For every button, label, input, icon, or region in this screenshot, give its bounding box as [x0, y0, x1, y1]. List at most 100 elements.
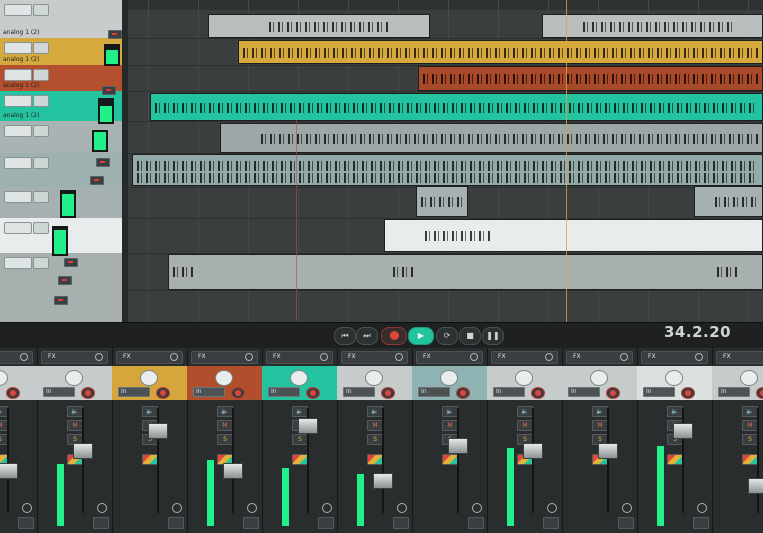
media-item[interactable]	[168, 254, 763, 290]
phase-icon[interactable]	[547, 503, 557, 513]
mute-button[interactable]: M	[442, 420, 458, 431]
fx-slot[interactable]: FX	[416, 351, 483, 364]
power-icon[interactable]	[320, 353, 328, 361]
input-selector[interactable]: In	[568, 387, 600, 397]
timeline-ruler[interactable]	[128, 0, 763, 10]
phase-icon[interactable]	[697, 503, 707, 513]
input-selector[interactable]: In	[643, 387, 675, 397]
speaker-icon[interactable]: 🔈	[292, 406, 308, 417]
volume-fader[interactable]	[523, 443, 543, 459]
pan-knob[interactable]	[740, 370, 758, 386]
phase-icon[interactable]	[397, 503, 407, 513]
fx-slot[interactable]: FX	[116, 351, 183, 364]
volume-fader[interactable]	[148, 423, 168, 439]
fx-slot[interactable]: FX	[191, 351, 258, 364]
record-arm-button[interactable]	[531, 387, 545, 399]
envelope-icon[interactable]	[243, 517, 259, 529]
play-button[interactable]: ▶	[408, 327, 434, 345]
fx-slot[interactable]: FX	[0, 351, 33, 364]
speaker-icon[interactable]: 🔈	[592, 406, 608, 417]
automation-icon[interactable]	[292, 454, 308, 465]
volume-fader[interactable]	[0, 463, 18, 479]
speaker-icon[interactable]: 🔈	[67, 406, 83, 417]
pause-button[interactable]: ❚❚	[482, 327, 504, 345]
pan-knob[interactable]	[665, 370, 683, 386]
volume-fader[interactable]	[373, 473, 393, 489]
arrange-view[interactable]	[128, 0, 763, 322]
pan-knob[interactable]	[140, 370, 158, 386]
fx-slot[interactable]: FX	[566, 351, 633, 364]
phase-icon[interactable]	[172, 503, 182, 513]
record-arm-button[interactable]	[456, 387, 470, 399]
mute-button[interactable]: M	[742, 420, 758, 431]
speaker-icon[interactable]: 🔈	[742, 406, 758, 417]
record-arm-button[interactable]	[231, 387, 245, 399]
envelope-icon[interactable]	[18, 517, 34, 529]
power-icon[interactable]	[20, 353, 28, 361]
phase-icon[interactable]	[322, 503, 332, 513]
record-arm-button[interactable]	[64, 258, 78, 267]
repeat-button[interactable]: ⟳	[436, 327, 458, 345]
record-arm-button[interactable]	[90, 176, 104, 185]
input-selector[interactable]: In	[43, 387, 75, 397]
track-icon[interactable]	[4, 157, 32, 169]
record-arm-button[interactable]	[306, 387, 320, 399]
record-arm-button[interactable]	[54, 296, 68, 305]
envelope-icon[interactable]	[318, 517, 334, 529]
track-icon[interactable]	[4, 42, 32, 54]
phase-icon[interactable]	[472, 503, 482, 513]
pan-knob[interactable]	[365, 370, 383, 386]
solo-button[interactable]: S	[742, 434, 758, 445]
volume-fader[interactable]	[748, 478, 763, 494]
input-selector[interactable]: In	[493, 387, 525, 397]
speaker-icon[interactable]: 🔈	[517, 406, 533, 417]
fx-slot[interactable]: FX	[41, 351, 108, 364]
media-item[interactable]	[384, 219, 763, 252]
pan-knob[interactable]	[590, 370, 608, 386]
solo-button[interactable]: S	[217, 434, 233, 445]
pan-knob[interactable]	[440, 370, 458, 386]
mute-button[interactable]: M	[217, 420, 233, 431]
solo-button[interactable]: S	[367, 434, 383, 445]
power-icon[interactable]	[545, 353, 553, 361]
phase-icon[interactable]	[22, 503, 32, 513]
media-item[interactable]	[150, 93, 763, 121]
track-icon[interactable]	[4, 95, 32, 107]
go-to-end-button[interactable]: ⏭	[356, 327, 378, 345]
fx-slot[interactable]: FX	[341, 351, 408, 364]
phase-icon[interactable]	[247, 503, 257, 513]
go-to-start-button[interactable]: ⏮	[334, 327, 356, 345]
power-icon[interactable]	[620, 353, 628, 361]
power-icon[interactable]	[245, 353, 253, 361]
input-selector[interactable]: In	[193, 387, 225, 397]
record-arm-button[interactable]	[756, 387, 763, 399]
power-icon[interactable]	[395, 353, 403, 361]
playhead[interactable]	[566, 0, 567, 322]
fx-slot[interactable]: FX	[491, 351, 558, 364]
envelope-icon[interactable]	[93, 517, 109, 529]
fx-slot[interactable]: FX	[266, 351, 333, 364]
media-item[interactable]	[208, 14, 430, 38]
input-selector[interactable]: In	[418, 387, 450, 397]
phase-icon[interactable]	[622, 503, 632, 513]
track-icon[interactable]	[4, 191, 32, 203]
power-icon[interactable]	[170, 353, 178, 361]
mute-button[interactable]: M	[67, 420, 83, 431]
record-arm-button[interactable]	[6, 387, 20, 399]
record-arm-button[interactable]	[108, 30, 122, 39]
volume-fader[interactable]	[298, 418, 318, 434]
speaker-icon[interactable]: 🔈	[442, 406, 458, 417]
automation-icon[interactable]	[742, 454, 758, 465]
media-item[interactable]	[694, 186, 763, 217]
fx-slot[interactable]: FX	[641, 351, 708, 364]
speaker-icon[interactable]: 🔈	[367, 406, 383, 417]
media-item[interactable]	[418, 66, 763, 91]
mute-button[interactable]: M	[517, 420, 533, 431]
time-display[interactable]: 34.2.20	[664, 323, 731, 341]
volume-fader[interactable]	[598, 443, 618, 459]
mute-button[interactable]: M	[367, 420, 383, 431]
volume-fader[interactable]	[673, 423, 693, 439]
record-arm-button[interactable]	[381, 387, 395, 399]
record-arm-button[interactable]	[58, 276, 72, 285]
pan-knob[interactable]	[290, 370, 308, 386]
